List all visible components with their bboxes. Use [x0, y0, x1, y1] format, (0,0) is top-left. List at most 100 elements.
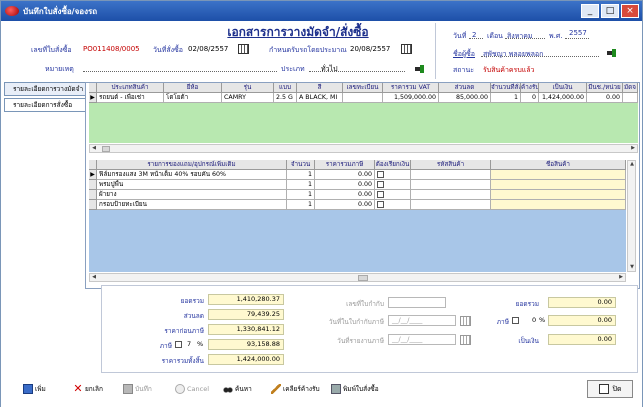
tax-rate[interactable]: 7	[187, 340, 191, 348]
type-value[interactable]: ทั่วไป	[321, 64, 338, 75]
charge-checkbox[interactable]	[377, 170, 384, 178]
calendar-icon[interactable]	[238, 44, 249, 54]
search-button[interactable]: ค้นหา	[223, 381, 252, 397]
print-po-button[interactable]: พิมพ์ใบสั่งซื้อ	[331, 381, 379, 397]
table-cell[interactable]: 0.00	[315, 190, 375, 200]
save-button[interactable]: บันทึก	[123, 381, 152, 397]
pin-icon[interactable]	[415, 65, 425, 73]
column-header[interactable]: เลขทะเบียน	[343, 83, 383, 93]
right-tax-checkbox[interactable]	[512, 317, 519, 324]
maximize-button[interactable]: □	[601, 4, 619, 18]
calendar-icon[interactable]	[460, 335, 471, 345]
column-header[interactable]: จำนวน	[287, 160, 315, 170]
table-cell[interactable]	[491, 180, 626, 190]
table-cell[interactable]	[411, 180, 491, 190]
product-grid-hscroll[interactable]: ◀ ▶	[89, 144, 638, 153]
table-cell[interactable]: 1	[287, 190, 315, 200]
column-header[interactable]: ชื่อสินค้า	[491, 160, 626, 170]
scroll-thumb[interactable]	[102, 146, 110, 152]
table-cell[interactable]: 0.00	[315, 200, 375, 210]
table-cell[interactable]: ผ้ายาง	[97, 190, 287, 200]
column-header[interactable]: ยี่ห้อ	[164, 83, 222, 93]
scroll-right-arrow-icon[interactable]: ▶	[629, 145, 637, 152]
column-header[interactable]: แบบ	[274, 83, 297, 93]
row-marker[interactable]: ▶	[89, 93, 97, 103]
tab-deposit-detail[interactable]: รายละเอียดการวางมัดจำ	[4, 82, 86, 96]
cancel-doc-button[interactable]: ✕ ยกเลิก	[73, 381, 103, 397]
accessory-grid-vscroll[interactable]: ▲ ▼	[627, 160, 636, 272]
table-cell[interactable]: 0.00	[315, 170, 375, 180]
charge-checkbox-cell[interactable]	[375, 180, 411, 190]
table-cell[interactable]	[343, 93, 383, 103]
table-cell[interactable]: กรอบป้ายทะเบียน	[97, 200, 287, 210]
tax-report-date-input[interactable]: __/__/____	[388, 334, 456, 345]
column-header[interactable]: รุ่น	[222, 83, 274, 93]
column-header[interactable]: จำนวนที่สั่ง	[491, 83, 521, 93]
table-cell[interactable]: A BLACK, MI	[297, 93, 343, 103]
column-header[interactable]: ประเภทสินค้า	[97, 83, 164, 93]
charge-checkbox-cell[interactable]	[375, 200, 411, 210]
row-marker[interactable]: ▶	[89, 170, 97, 180]
table-cell[interactable]: 1,424,000.00	[539, 93, 587, 103]
column-header[interactable]: เป็นเงิน	[539, 83, 587, 93]
close-button[interactable]: ปิด	[587, 380, 633, 398]
charge-checkbox[interactable]	[377, 180, 384, 188]
scroll-left-arrow-icon[interactable]: ◀	[90, 274, 98, 281]
scroll-thumb[interactable]	[358, 275, 368, 281]
table-cell[interactable]	[491, 200, 626, 210]
table-cell[interactable]: 85,000.00	[439, 93, 491, 103]
remark-field[interactable]	[83, 71, 277, 72]
add-button[interactable]: เพิ่ม	[23, 381, 46, 397]
pin-icon[interactable]	[607, 49, 617, 57]
due-date-field[interactable]: 20/08/2557	[350, 45, 390, 53]
calendar-icon[interactable]	[460, 316, 471, 326]
table-cell[interactable]	[411, 200, 491, 210]
column-header[interactable]: ต้องเรียกเงิน	[375, 160, 411, 170]
order-date-field[interactable]: 02/08/2557	[188, 45, 228, 53]
invoice-date-input[interactable]: __/__/____	[388, 315, 456, 326]
table-cell[interactable]: โตโยต้า	[164, 93, 222, 103]
table-cell[interactable]: 1	[287, 200, 315, 210]
row-marker[interactable]	[89, 190, 97, 200]
table-cell[interactable]: พรมปูพื้น	[97, 180, 287, 190]
column-header[interactable]: มีนช./หน่วย	[587, 83, 623, 93]
column-header[interactable]: ส่วนลด	[439, 83, 491, 93]
tax-checkbox[interactable]	[175, 341, 182, 348]
charge-checkbox-cell[interactable]	[375, 170, 411, 180]
scroll-up-arrow-icon[interactable]: ▲	[628, 161, 636, 168]
minimize-button[interactable]: _	[581, 4, 599, 18]
column-header[interactable]: สี	[297, 83, 343, 93]
column-header[interactable]: มัดจ	[623, 83, 638, 93]
table-cell[interactable]: 2.5 G	[274, 93, 297, 103]
row-marker[interactable]	[89, 200, 97, 210]
table-cell[interactable]	[491, 170, 626, 180]
charge-checkbox-cell[interactable]	[375, 190, 411, 200]
table-cell[interactable]: 0	[521, 93, 539, 103]
column-header[interactable]: ราคารวมภาษี	[315, 160, 375, 170]
close-window-button[interactable]: ×	[621, 4, 639, 18]
table-cell[interactable]: 0.00	[315, 180, 375, 190]
column-header[interactable]: รายการของแถม/อุปกรณ์เพิ่มเติม	[97, 160, 287, 170]
table-cell[interactable]: 0.00	[587, 93, 623, 103]
accessory-grid-hscroll[interactable]: ◀ ▶	[89, 273, 626, 282]
cancel-button[interactable]: Cancel	[175, 381, 209, 397]
scroll-down-arrow-icon[interactable]: ▼	[628, 264, 636, 271]
table-cell[interactable]: 1,509,000.00	[383, 93, 439, 103]
tab-order-detail[interactable]: รายละเอียดการสั่งซื้อ	[4, 98, 86, 112]
table-cell[interactable]: รถยนต์ - เพื่อเช่า	[97, 93, 164, 103]
scroll-left-arrow-icon[interactable]: ◀	[90, 145, 98, 152]
table-cell[interactable]: 1	[287, 170, 315, 180]
invoice-no-input[interactable]	[388, 297, 446, 308]
column-header[interactable]: ราคารวม VAT	[383, 83, 439, 93]
table-cell[interactable]: CAMRY	[222, 93, 274, 103]
table-cell[interactable]	[623, 93, 638, 103]
charge-checkbox[interactable]	[377, 200, 384, 208]
table-cell[interactable]	[411, 170, 491, 180]
charge-checkbox[interactable]	[377, 190, 384, 198]
table-cell[interactable]	[411, 190, 491, 200]
column-header[interactable]: รหัสสินค้า	[411, 160, 491, 170]
table-cell[interactable]	[491, 190, 626, 200]
buyer-value[interactable]: สุพัชญา พลอยพลอก	[483, 49, 543, 60]
calendar-icon[interactable]	[401, 44, 412, 54]
clear-pending-button[interactable]: เคลียร์ค้างรับ	[271, 381, 320, 397]
